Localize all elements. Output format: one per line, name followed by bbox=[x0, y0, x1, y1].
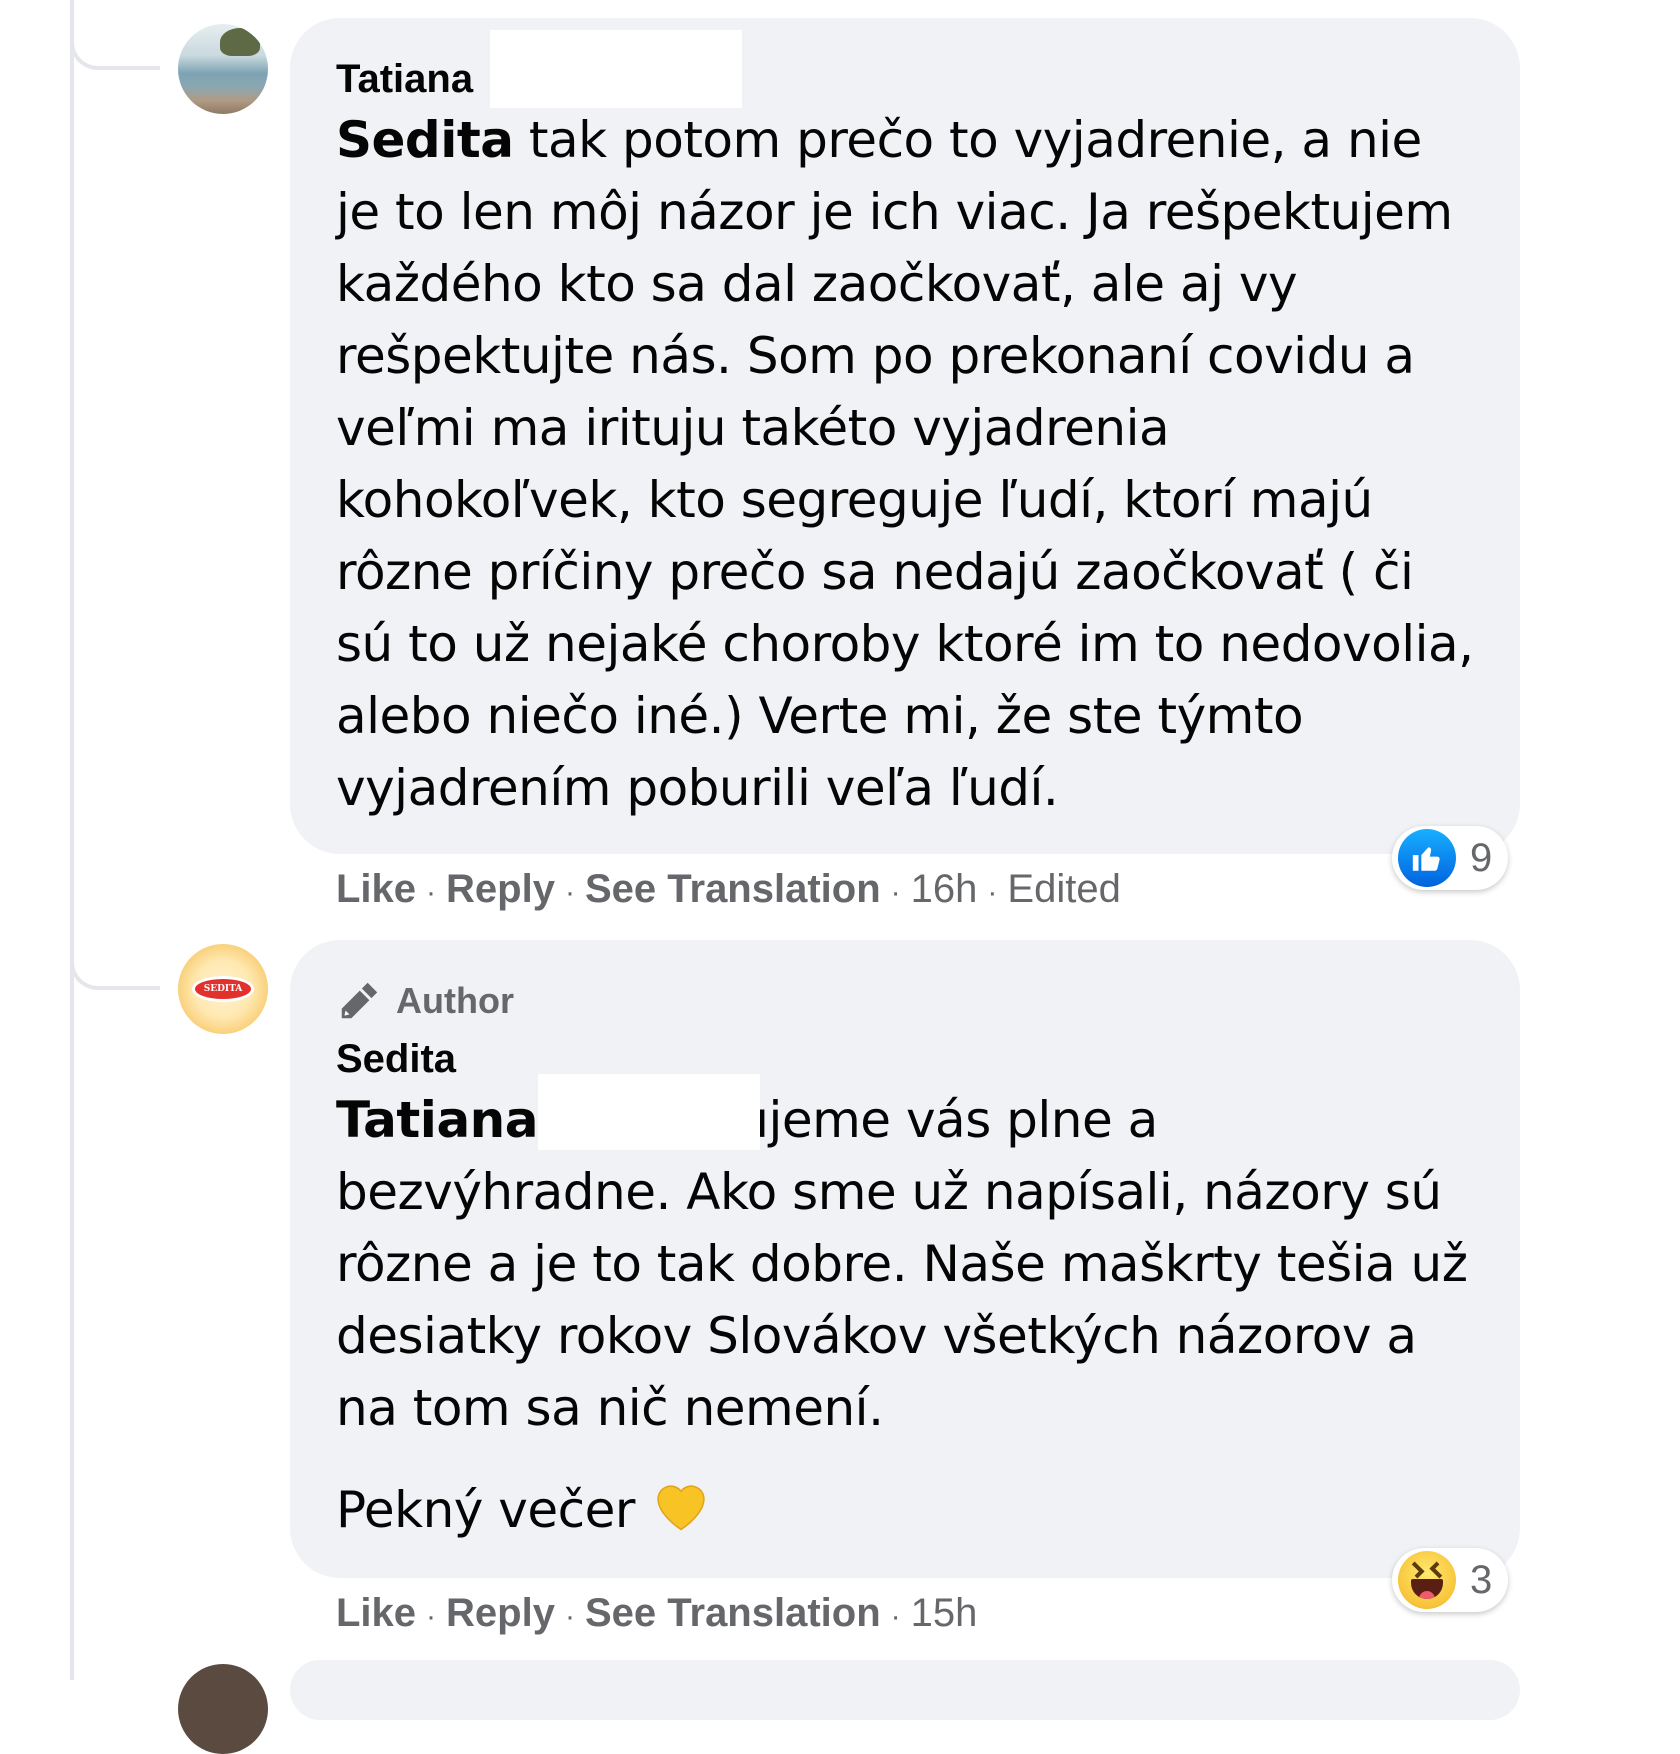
like-icon bbox=[1398, 829, 1456, 887]
separator: · bbox=[426, 876, 437, 909]
brand-logo-icon: SEDITA bbox=[192, 976, 254, 1002]
separator: · bbox=[426, 1600, 437, 1633]
redaction bbox=[538, 1074, 760, 1150]
author-badge-label: Author bbox=[396, 980, 514, 1021]
reply-connector bbox=[70, 920, 160, 990]
reply-button[interactable]: Reply bbox=[446, 1591, 555, 1635]
comment-text: Sedita tak potom prečo to vyjadrenie, a … bbox=[336, 104, 1474, 824]
reply-button[interactable]: Reply bbox=[446, 867, 555, 911]
avatar[interactable] bbox=[178, 24, 268, 114]
reaction-number: 9 bbox=[1470, 835, 1493, 880]
thread-line bbox=[70, 0, 74, 1680]
timestamp[interactable]: 15h bbox=[911, 1591, 978, 1635]
reaction-number: 3 bbox=[1470, 1557, 1493, 1602]
comment-text: Tatiana rešpektujeme vás plne a bezvýhra… bbox=[336, 1084, 1474, 1444]
mention-link[interactable]: Sedita bbox=[336, 111, 514, 169]
avatar-image bbox=[220, 28, 260, 56]
comment-bubble: Author Sedita Tatiana rešpektujeme vás p… bbox=[290, 940, 1520, 1578]
signoff-text: Pekný večer bbox=[336, 1481, 635, 1539]
haha-eye bbox=[1407, 1561, 1425, 1579]
comment-bubble: Tatiana Sedita tak potom prečo to vyjadr… bbox=[290, 18, 1520, 854]
comment-author[interactable]: Sedita bbox=[336, 1034, 1474, 1084]
see-translation-link[interactable]: See Translation bbox=[585, 1591, 881, 1635]
edited-label[interactable]: Edited bbox=[1007, 867, 1120, 911]
timestamp[interactable]: 16h bbox=[911, 867, 978, 911]
redaction bbox=[490, 30, 742, 108]
avatar[interactable] bbox=[178, 1664, 268, 1754]
separator: · bbox=[564, 876, 575, 909]
haha-mouth bbox=[1411, 1579, 1443, 1599]
comment-body: tak potom prečo to vyjadrenie, a nie je … bbox=[336, 111, 1474, 817]
comment-signoff: Pekný večer bbox=[336, 1474, 1474, 1551]
reaction-count[interactable]: 3 bbox=[1392, 1548, 1508, 1612]
see-translation-link[interactable]: See Translation bbox=[585, 867, 881, 911]
comment-bubble bbox=[290, 1660, 1520, 1720]
mention-link[interactable]: Tatiana bbox=[336, 1091, 539, 1149]
pen-icon bbox=[341, 982, 378, 1019]
separator: · bbox=[987, 876, 998, 909]
separator: · bbox=[890, 876, 901, 909]
separator: · bbox=[564, 1600, 575, 1633]
comment-actions: Like · Reply · See Translation · 15h bbox=[336, 1588, 977, 1642]
author-badge: Author bbox=[336, 976, 1474, 1026]
reply-connector bbox=[70, 0, 160, 70]
haha-eye bbox=[1429, 1561, 1447, 1579]
like-button[interactable]: Like bbox=[336, 867, 416, 911]
avatar[interactable]: SEDITA bbox=[178, 944, 268, 1034]
reaction-count[interactable]: 9 bbox=[1392, 826, 1508, 890]
separator: · bbox=[890, 1600, 901, 1633]
yellow-heart-icon bbox=[650, 1476, 712, 1551]
comment-actions: Like · Reply · See Translation · 16h · Edited bbox=[336, 864, 1121, 918]
haha-icon bbox=[1398, 1551, 1456, 1609]
like-button[interactable]: Like bbox=[336, 1591, 416, 1635]
